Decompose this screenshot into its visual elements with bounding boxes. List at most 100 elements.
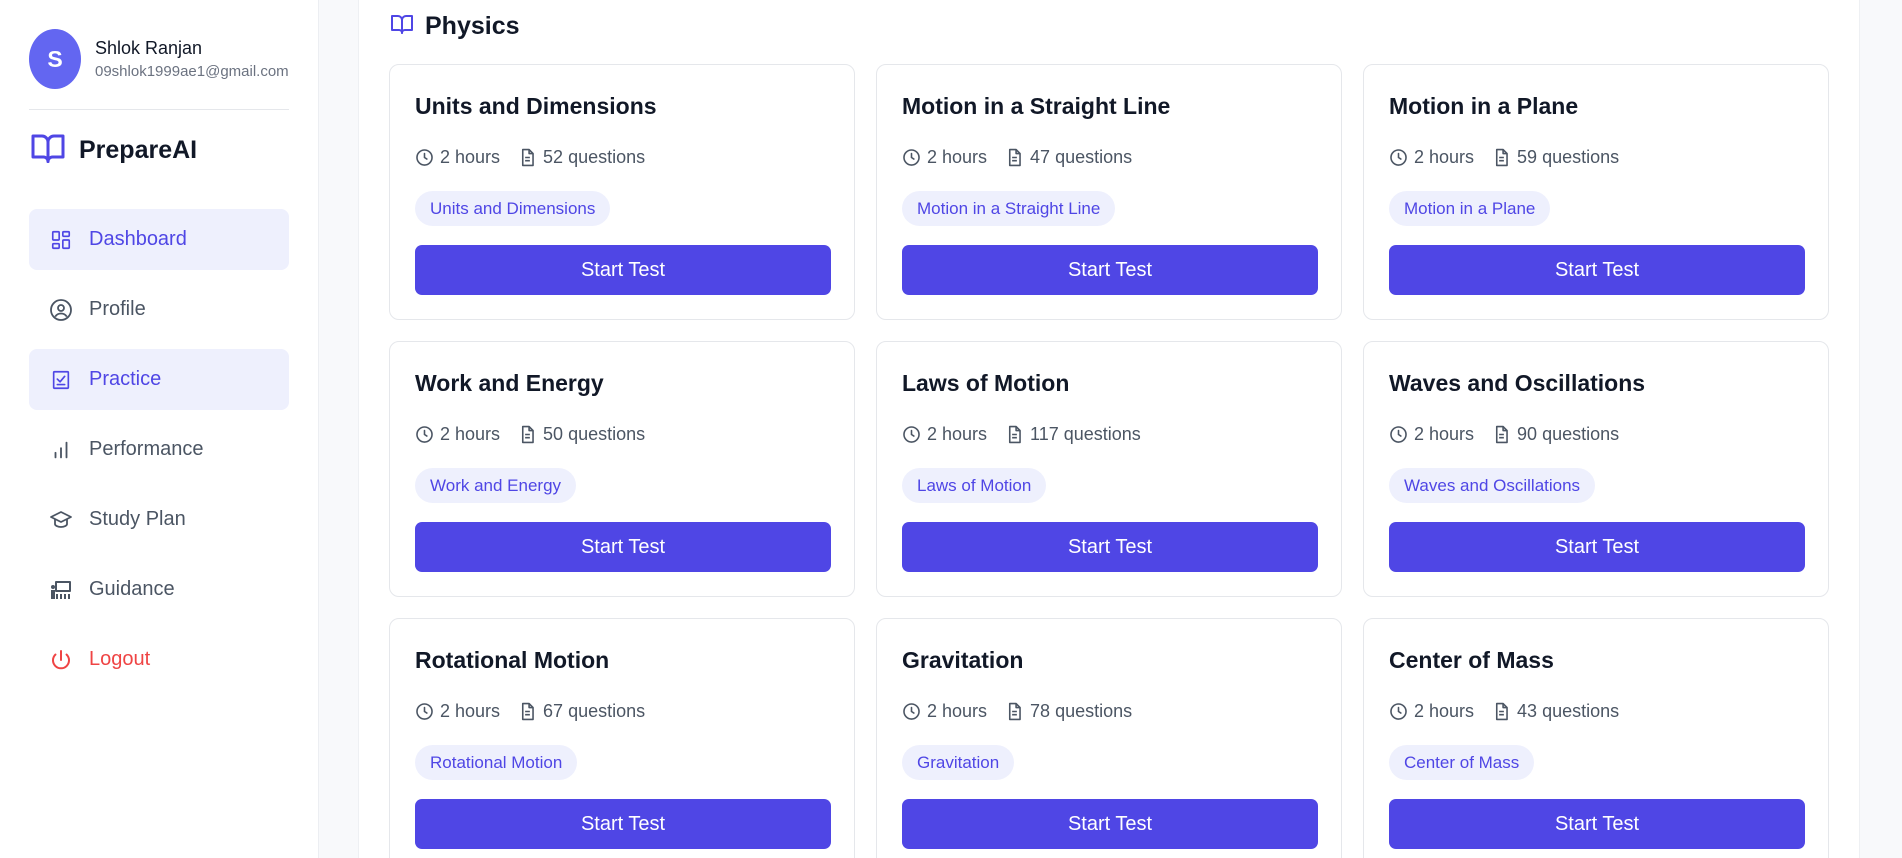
question-count: 50 questions	[518, 424, 645, 445]
duration: 2 hours	[902, 147, 987, 168]
test-card-title: Motion in a Straight Line	[902, 93, 1171, 119]
duration: 2 hours	[415, 424, 500, 445]
test-card-meta: 2 hours 59 questions	[1389, 147, 1619, 168]
question-count: 52 questions	[518, 147, 645, 168]
topic-tag: Work and Energy	[415, 468, 577, 503]
question-count: 47 questions	[1005, 147, 1132, 168]
question-count: 78 questions	[1005, 701, 1132, 722]
open-book-icon	[389, 12, 415, 41]
duration-text: 2 hours	[927, 424, 988, 444]
clock-icon	[902, 148, 927, 167]
duration: 2 hours	[902, 424, 987, 445]
duration: 2 hours	[415, 701, 500, 722]
clock-icon	[1389, 148, 1414, 167]
test-card-title: Motion in a Plane	[1389, 93, 1579, 119]
test-card: Motion in a Plane 2 hours 59 questions M…	[1363, 64, 1829, 320]
start-test-button[interactable]: Start Test	[902, 799, 1318, 849]
question-count-text: 78 questions	[1030, 701, 1133, 721]
test-card-meta: 2 hours 52 questions	[415, 147, 645, 168]
nav-item-guidance[interactable]: Guidance	[29, 559, 289, 620]
question-count-text: 50 questions	[543, 424, 646, 444]
section-title: Physics	[389, 12, 520, 41]
power-icon	[49, 648, 73, 672]
duration-text: 2 hours	[1414, 147, 1475, 167]
test-card-meta: 2 hours 117 questions	[902, 424, 1141, 445]
nav-item-performance[interactable]: Performance	[29, 419, 289, 480]
clock-icon	[902, 425, 927, 444]
test-card-title: Laws of Motion	[902, 370, 1070, 396]
topic-tag: Center of Mass	[1389, 745, 1535, 780]
clock-icon	[415, 148, 440, 167]
question-count-text: 59 questions	[1517, 147, 1620, 167]
dashboard-icon	[49, 228, 73, 252]
brand-logo[interactable]: PrepareAI	[29, 130, 197, 171]
start-test-button[interactable]: Start Test	[415, 245, 831, 295]
test-card-meta: 2 hours 90 questions	[1389, 424, 1619, 445]
test-card-title: Center of Mass	[1389, 647, 1554, 673]
user-info: Shlok Ranjan 09shlok1999ae1@gmail.com	[95, 37, 289, 82]
duration: 2 hours	[415, 147, 500, 168]
start-test-button[interactable]: Start Test	[902, 522, 1318, 572]
test-card-meta: 2 hours 50 questions	[415, 424, 645, 445]
start-test-button[interactable]: Start Test	[1389, 799, 1805, 849]
nav-item-dashboard[interactable]: Dashboard	[29, 209, 289, 270]
duration: 2 hours	[1389, 701, 1474, 722]
test-card: Work and Energy 2 hours 50 questions Wor…	[389, 341, 855, 597]
sidebar: S Shlok Ranjan 09shlok1999ae1@gmail.com …	[0, 0, 319, 858]
duration-text: 2 hours	[927, 701, 988, 721]
document-icon	[518, 425, 543, 444]
question-count: 67 questions	[518, 701, 645, 722]
duration-text: 2 hours	[1414, 701, 1475, 721]
test-card-grid: Units and Dimensions 2 hours 52 question…	[389, 64, 1829, 858]
start-test-button[interactable]: Start Test	[415, 799, 831, 849]
document-icon	[518, 148, 543, 167]
test-card-meta: 2 hours 78 questions	[902, 701, 1132, 722]
test-card: Gravitation 2 hours 78 questions Gravita…	[876, 618, 1342, 858]
start-test-button[interactable]: Start Test	[1389, 245, 1805, 295]
nav-label-performance: Performance	[89, 438, 204, 460]
nav-item-practice[interactable]: Practice	[29, 349, 289, 410]
nav-label-profile: Profile	[89, 298, 146, 320]
question-count-text: 43 questions	[1517, 701, 1620, 721]
topic-tag: Units and Dimensions	[415, 191, 611, 226]
document-icon	[1005, 702, 1030, 721]
test-card-meta: 2 hours 43 questions	[1389, 701, 1619, 722]
clock-icon	[1389, 702, 1414, 721]
sidebar-nav: Dashboard Profile Practice Performance S…	[29, 209, 289, 699]
clock-icon	[1389, 425, 1414, 444]
start-test-button[interactable]: Start Test	[415, 522, 831, 572]
question-count-text: 117 questions	[1030, 424, 1141, 444]
nav-item-study-plan[interactable]: Study Plan	[29, 489, 289, 550]
duration-text: 2 hours	[440, 147, 501, 167]
clock-icon	[415, 702, 440, 721]
question-count: 59 questions	[1492, 147, 1619, 168]
topic-tag: Motion in a Straight Line	[902, 191, 1116, 226]
duration: 2 hours	[1389, 147, 1474, 168]
document-icon	[1492, 425, 1517, 444]
test-card-title: Gravitation	[902, 647, 1024, 673]
nav-label-guidance: Guidance	[89, 578, 175, 600]
open-book-icon	[29, 130, 67, 171]
nav-label-practice: Practice	[89, 368, 162, 390]
sidebar-divider	[29, 109, 289, 110]
topic-tag: Gravitation	[902, 745, 1015, 780]
test-card-meta: 2 hours 67 questions	[415, 701, 645, 722]
nav-item-profile[interactable]: Profile	[29, 279, 289, 340]
topic-tag: Waves and Oscillations	[1389, 468, 1596, 503]
brand-name: PrepareAI	[79, 136, 198, 164]
start-test-button[interactable]: Start Test	[1389, 522, 1805, 572]
question-count: 117 questions	[1005, 424, 1141, 445]
topic-tag: Laws of Motion	[902, 468, 1047, 503]
test-card-title: Units and Dimensions	[415, 93, 657, 119]
duration: 2 hours	[902, 701, 987, 722]
document-icon	[1005, 425, 1030, 444]
nav-label-dashboard: Dashboard	[89, 228, 187, 250]
test-card: Laws of Motion 2 hours 117 questions Law…	[876, 341, 1342, 597]
duration-text: 2 hours	[1414, 424, 1475, 444]
nav-item-logout[interactable]: Logout	[29, 629, 289, 690]
user-profile[interactable]: S Shlok Ranjan 09shlok1999ae1@gmail.com	[29, 29, 289, 89]
duration-text: 2 hours	[927, 147, 988, 167]
clock-icon	[415, 425, 440, 444]
user-email: 09shlok1999ae1@gmail.com	[95, 62, 289, 80]
start-test-button[interactable]: Start Test	[902, 245, 1318, 295]
